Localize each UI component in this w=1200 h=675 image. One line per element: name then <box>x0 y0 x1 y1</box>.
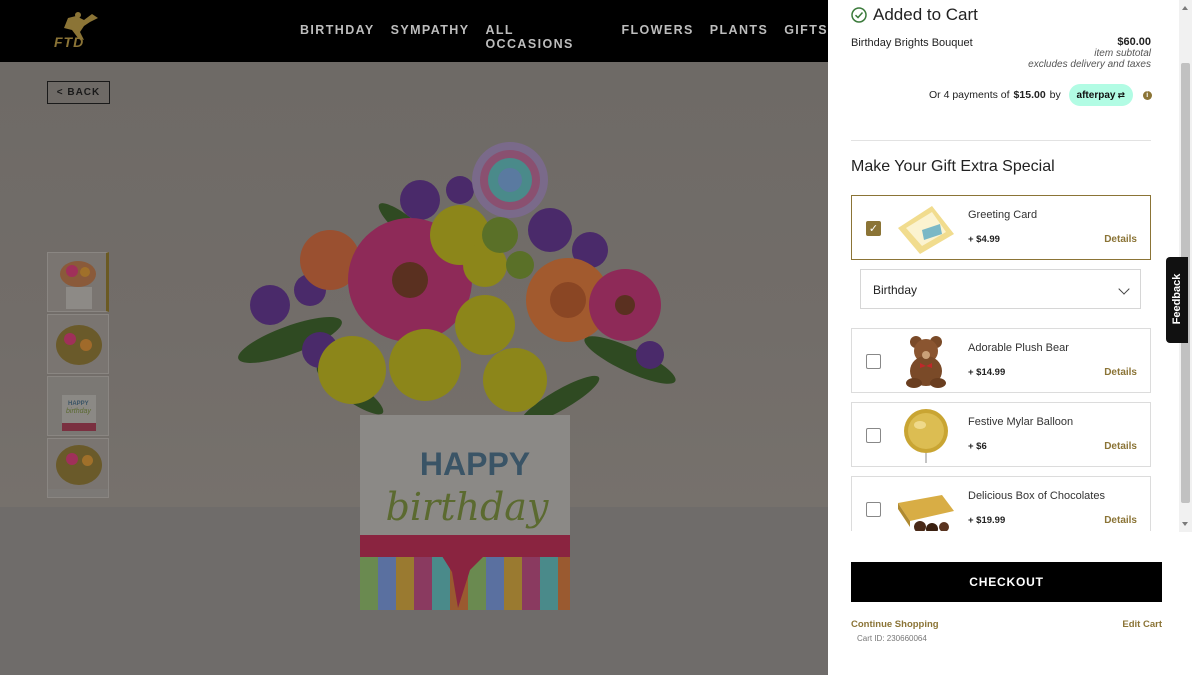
item-subtotal-label: item subtotal <box>1094 48 1151 59</box>
card-occasion-select[interactable]: Birthday <box>860 269 1141 309</box>
card-occasion-value: Birthday <box>873 283 918 297</box>
thumbnail-3-text-birthday: birthday <box>66 408 91 415</box>
addons-list: ✓ Greeting Card + $4.99 Details Birthday <box>851 195 1151 531</box>
chevron-down-icon <box>1118 283 1130 295</box>
mylar-balloon-image <box>904 409 948 463</box>
afterpay-amount: $15.00 <box>1013 89 1046 101</box>
addon-name-plush-bear: Adorable Plush Bear <box>968 342 1069 354</box>
addon-chocolates[interactable]: Delicious Box of Chocolates + $19.99 Det… <box>851 476 1151 531</box>
checkout-button[interactable]: CHECKOUT <box>851 562 1162 602</box>
logo-text: FTD <box>54 34 85 50</box>
nav-sympathy[interactable]: SYMPATHY <box>391 23 470 51</box>
plush-bear-image <box>906 336 946 388</box>
extra-special-title: Make Your Gift Extra Special <box>851 158 1055 175</box>
product-page: FTD BIRTHDAY SYMPATHY ALL OCCASIONS FLOW… <box>0 0 828 675</box>
addon-price-plush-bear: + $14.99 <box>968 367 1006 378</box>
afterpay-badge[interactable]: afterpay ⇄ <box>1068 84 1133 106</box>
addon-checkbox-greeting-card[interactable]: ✓ <box>866 221 881 236</box>
addon-details-greeting-card[interactable]: Details <box>1104 234 1137 245</box>
afterpay-prefix: Or 4 payments of <box>929 89 1010 101</box>
greeting-card-image <box>898 206 954 254</box>
thumbnail-gallery: HAPPY birthday <box>47 252 111 500</box>
addon-details-plush-bear[interactable]: Details <box>1104 367 1137 378</box>
feedback-label: Feedback <box>1171 273 1183 325</box>
afterpay-row: Or 4 payments of $15.00 by afterpay ⇄ i <box>929 84 1152 106</box>
cart-item-price-box: $60.00 item subtotal excludes delivery a… <box>1028 36 1151 71</box>
addon-greeting-card[interactable]: ✓ Greeting Card + $4.99 Details <box>851 195 1151 260</box>
cart-item-name: Birthday Brights Bouquet <box>851 37 973 49</box>
chocolates-box-image <box>898 495 954 531</box>
addon-name-chocolates: Delicious Box of Chocolates <box>968 490 1105 502</box>
nav-birthday[interactable]: BIRTHDAY <box>300 23 375 51</box>
cart-item-price: $60.00 <box>1117 36 1151 48</box>
divider <box>851 140 1151 141</box>
top-navigation: FTD BIRTHDAY SYMPATHY ALL OCCASIONS FLOW… <box>0 0 828 62</box>
nav-gifts[interactable]: GIFTS <box>784 23 828 51</box>
scroll-up-icon[interactable] <box>1182 6 1188 10</box>
addon-mylar-balloon[interactable]: Festive Mylar Balloon + $6 Details <box>851 402 1151 467</box>
back-button[interactable]: < BACK <box>47 81 110 104</box>
addon-checkbox-plush-bear[interactable] <box>866 354 881 369</box>
addon-price-chocolates: + $19.99 <box>968 515 1006 526</box>
check-circle-icon <box>851 7 867 23</box>
nav-all-occasions[interactable]: ALL OCCASIONS <box>485 23 605 51</box>
addon-price-mylar-balloon: + $6 <box>968 441 987 452</box>
thumbnail-4[interactable] <box>47 438 109 498</box>
info-icon[interactable]: i <box>1142 90 1152 100</box>
thumbnail-1[interactable] <box>47 252 109 312</box>
afterpay-badge-text: afterpay <box>1076 89 1116 101</box>
vase-text-happy: HAPPY <box>420 446 530 482</box>
ftd-logo[interactable]: FTD <box>54 10 104 52</box>
added-to-cart-title: Added to Cart <box>873 5 978 24</box>
addon-checkbox-mylar-balloon[interactable] <box>866 428 881 443</box>
nav-plants[interactable]: PLANTS <box>710 23 768 51</box>
cart-drawer: Added to Cart Birthday Brights Bouquet $… <box>828 0 1200 675</box>
addon-details-chocolates[interactable]: Details <box>1104 515 1137 526</box>
vase-text-birthday: birthday <box>386 485 549 529</box>
thumbnail-3-text-happy: HAPPY <box>68 401 89 407</box>
addon-name-greeting-card: Greeting Card <box>968 209 1038 221</box>
addon-name-mylar-balloon: Festive Mylar Balloon <box>968 416 1074 428</box>
afterpay-suffix: by <box>1049 89 1061 101</box>
afterpay-arrows-icon: ⇄ <box>1117 89 1125 100</box>
feedback-tab[interactable]: Feedback <box>1166 257 1188 343</box>
addon-details-mylar-balloon[interactable]: Details <box>1104 441 1137 452</box>
edit-cart-link[interactable]: Edit Cart <box>1122 619 1162 630</box>
added-to-cart-header: Added to Cart <box>851 5 978 25</box>
thumbnail-3[interactable]: HAPPY birthday <box>47 376 109 436</box>
thumbnail-2[interactable] <box>47 314 109 374</box>
cart-id: Cart ID: 230660064 <box>857 634 927 643</box>
main-nav: BIRTHDAY SYMPATHY ALL OCCASIONS FLOWERS … <box>300 23 828 51</box>
scroll-down-icon[interactable] <box>1182 522 1188 526</box>
excludes-label: excludes delivery and taxes <box>1028 59 1151 70</box>
addon-checkbox-chocolates[interactable] <box>866 502 881 517</box>
nav-flowers[interactable]: FLOWERS <box>621 23 693 51</box>
addon-price-greeting-card: + $4.99 <box>968 234 1000 245</box>
addon-plush-bear[interactable]: Adorable Plush Bear + $14.99 Details <box>851 328 1151 393</box>
continue-shopping-link[interactable]: Continue Shopping <box>851 619 939 630</box>
bouquet-image: HAPPY birthday <box>238 142 676 610</box>
